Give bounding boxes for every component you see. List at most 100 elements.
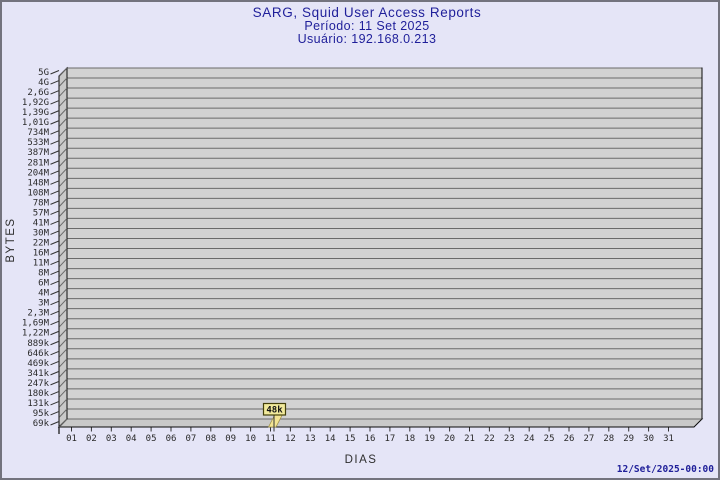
x-tick-label: 09 <box>225 434 236 444</box>
y-axis-title: BYTES <box>5 217 17 262</box>
y-tick-label: 469k <box>27 359 49 369</box>
x-axis-title: DIAS <box>345 454 378 466</box>
x-tick-label: 21 <box>464 434 475 444</box>
x-tick-label: 18 <box>404 434 415 444</box>
y-tick <box>50 130 60 135</box>
x-tick-label: 12 <box>285 434 296 444</box>
y-tick-label: 1,92G <box>22 98 49 108</box>
x-axis-labels: 01 02 03 04 05 06 07 08 09 10 11 12 13 14 15 16 17 18 19 20… <box>66 434 674 444</box>
x-tick-label: 05 <box>146 434 157 444</box>
x-tick-label: 08 <box>205 434 216 444</box>
x-tick-label: 04 <box>126 434 137 444</box>
y-tick <box>50 200 60 205</box>
y-tick <box>50 220 60 225</box>
x-tick-label: 16 <box>365 434 376 444</box>
y-tick <box>50 240 60 245</box>
chart-title: SARG, Squid User Access Reports <box>253 5 482 20</box>
y-tick-label: 734M <box>27 128 49 138</box>
y-tick-label: 533M <box>27 138 49 148</box>
x-tick-label: 23 <box>504 434 515 444</box>
x-tick-label: 01 <box>66 434 77 444</box>
y-tick <box>50 350 60 356</box>
x-tick-label: 30 <box>643 434 654 444</box>
x-tick-label: 03 <box>106 434 117 444</box>
y-tick <box>50 360 60 366</box>
y-axis-labels: 5G4G2,6G1,92G1,39G1,01G734M533M387M281M2… <box>22 68 50 429</box>
y-tick-label: 30M <box>33 228 50 238</box>
y-tick <box>50 380 60 386</box>
y-tick <box>50 160 60 165</box>
y-tick <box>50 140 60 145</box>
y-tick-label: 4G <box>38 78 49 88</box>
y-tick <box>50 280 60 286</box>
y-tick-label: 57M <box>33 208 50 218</box>
y-tick-label: 281M <box>27 158 49 168</box>
y-tick <box>50 180 60 185</box>
y-tick <box>50 100 60 105</box>
y-tick-label: 247k <box>27 379 49 389</box>
sarg-report-page: SARG, Squid User Access Reports Período:… <box>0 0 720 480</box>
x-tick-label: 22 <box>484 434 495 444</box>
y-tick-label: 11M <box>33 259 50 269</box>
y-tick-label: 16M <box>33 249 50 259</box>
y-tick-label: 204M <box>27 168 49 178</box>
y-tick-label: 2,6G <box>27 88 49 98</box>
y-tick <box>50 70 60 75</box>
y-tick-label: 5G <box>38 68 49 78</box>
x-tick-label: 14 <box>325 434 336 444</box>
y-tick <box>50 300 60 306</box>
y-tick-label: 3M <box>38 299 49 309</box>
y-tick-label: 646k <box>27 349 49 359</box>
y-tick <box>50 260 60 266</box>
y-tick-label: 22M <box>33 238 50 248</box>
y-tick <box>50 320 60 326</box>
x-tick-label: 31 <box>663 434 674 444</box>
y-tick <box>50 340 60 346</box>
x-tick-label: 17 <box>384 434 395 444</box>
x-tick-label: 06 <box>166 434 177 444</box>
bar-value-label: 48k <box>266 406 283 416</box>
chart-subtitle-period: Período: 11 Set 2025 <box>304 19 429 33</box>
y-tick <box>50 190 60 195</box>
y-tick <box>50 230 60 235</box>
y-tick-label: 95k <box>33 409 50 419</box>
y-tick <box>50 210 60 215</box>
y-tick <box>50 110 60 115</box>
y-tick-label: 387M <box>27 148 49 158</box>
y-tick-label: 1,01G <box>22 118 49 128</box>
y-tick <box>50 330 60 336</box>
x-tick-label: 27 <box>583 434 594 444</box>
y-tick-label: 1,22M <box>22 329 50 339</box>
y-tick <box>50 80 60 85</box>
y-tick <box>50 150 60 155</box>
report-chart: SARG, Squid User Access Reports Período:… <box>5 5 715 475</box>
x-tick-label: 07 <box>185 434 196 444</box>
y-tick-label: 2,3M <box>27 309 49 319</box>
x-tick-label: 26 <box>564 434 575 444</box>
x-tick-label: 02 <box>86 434 97 444</box>
y-tick-label: 4M <box>38 289 49 299</box>
y-tick-label: 69k <box>33 419 50 429</box>
x-tick-label: 13 <box>305 434 316 444</box>
x-tick-label: 15 <box>345 434 356 444</box>
y-tick-label: 6M <box>38 279 49 289</box>
y-tick <box>50 250 60 255</box>
y-tick-label: 8M <box>38 269 49 279</box>
y-axis-ticks <box>50 70 60 426</box>
y-tick-label: 108M <box>27 188 49 198</box>
x-tick-label: 19 <box>424 434 435 444</box>
y-tick <box>50 120 60 125</box>
y-tick-label: 889k <box>27 339 49 349</box>
y-tick <box>50 290 60 296</box>
y-tick <box>50 310 60 316</box>
y-tick-label: 131k <box>27 399 49 409</box>
y-tick <box>50 421 60 426</box>
y-tick-label: 1,39G <box>22 108 49 118</box>
chart-floor <box>57 418 704 428</box>
y-tick <box>50 370 60 376</box>
report-timestamp: 12/Set/2025-00:00 <box>617 464 715 475</box>
x-tick-label: 10 <box>245 434 256 444</box>
y-tick-label: 78M <box>33 198 50 208</box>
y-tick-label: 148M <box>27 178 49 188</box>
x-tick-label: 20 <box>444 434 455 444</box>
